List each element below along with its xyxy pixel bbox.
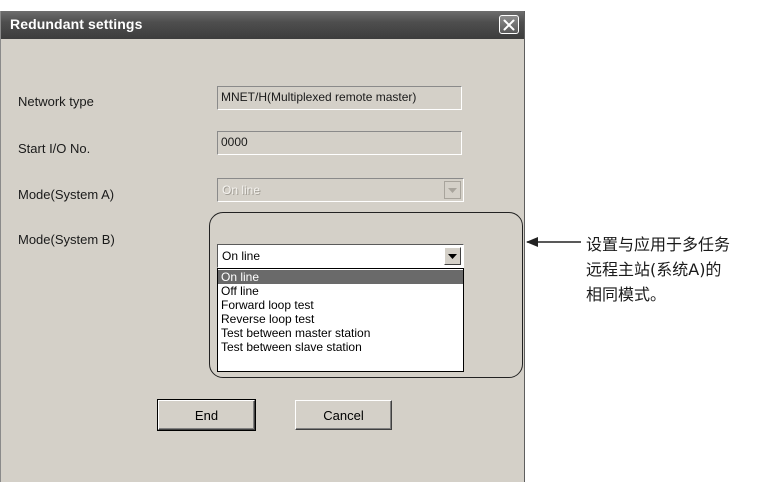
cancel-button[interactable]: Cancel — [295, 400, 392, 430]
callout-note: 设置与应用于多任务 远程主站(系统A)的 相同模式。 — [586, 232, 776, 307]
callout-line-3: 相同模式。 — [586, 285, 667, 304]
title-bar: Redundant settings — [1, 11, 524, 39]
mode-system-b-label: Mode(System B) — [18, 232, 115, 247]
start-io-field: 0000 — [217, 131, 462, 155]
close-button[interactable] — [499, 15, 519, 34]
mode-system-a-value: On line — [222, 183, 261, 197]
close-icon — [503, 19, 515, 30]
network-type-field: MNET/H(Multiplexed remote master) — [217, 86, 462, 110]
page: Redundant settings Network type MNET/H(M… — [0, 0, 777, 482]
mode-system-a-select: On line — [217, 178, 464, 202]
mode-system-a-dropdown-button — [444, 181, 461, 199]
callout-line-2: 远程主站(系统A)的 — [586, 260, 722, 279]
end-button[interactable]: End — [157, 399, 256, 431]
callout-highlight-frame — [209, 212, 523, 378]
network-type-label: Network type — [18, 94, 94, 109]
mode-system-a-label: Mode(System A) — [18, 187, 115, 202]
callout-line-1: 设置与应用于多任务 — [586, 235, 731, 254]
start-io-label: Start I/O No. — [18, 141, 91, 156]
dialog-title: Redundant settings — [10, 16, 143, 32]
arrow-left-icon — [526, 237, 581, 247]
chevron-down-icon — [448, 187, 457, 193]
